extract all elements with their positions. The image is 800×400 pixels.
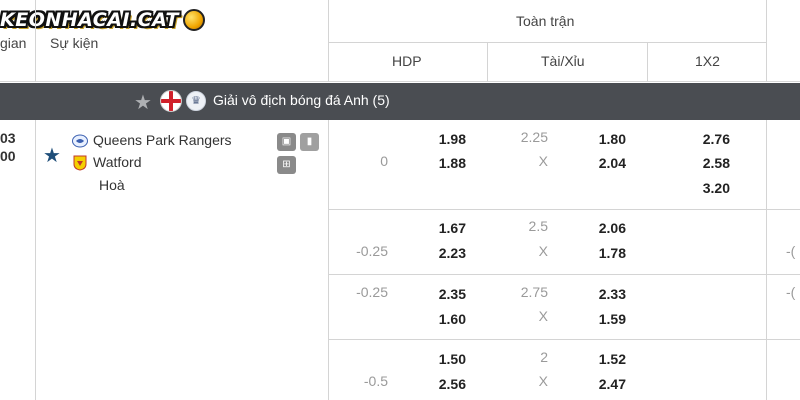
away-team-name[interactable]: Watford xyxy=(93,154,142,170)
ou-line: 2.75 xyxy=(520,284,548,300)
favorite-match-star-icon[interactable]: ★ xyxy=(43,143,61,168)
match-time-hour: 03 xyxy=(0,130,16,146)
row-divider xyxy=(328,274,800,275)
match-time-minute: 00 xyxy=(0,148,16,164)
brand-logo[interactable]: KEONHACAI.CAT xyxy=(0,6,206,34)
divider xyxy=(766,0,767,82)
ou-line: 2 xyxy=(540,349,548,365)
full-match-header: Toàn trận xyxy=(516,13,575,29)
under-odd[interactable]: 1.59 xyxy=(580,311,626,327)
hdp-line: -0.25 xyxy=(356,284,388,300)
draw-label: Hoà xyxy=(99,177,125,193)
hdp-home-odd[interactable]: 1.50 xyxy=(420,351,466,367)
time-column-header: gian xyxy=(0,35,27,51)
over-odd[interactable]: 1.52 xyxy=(580,351,626,367)
ou-line: 2.5 xyxy=(528,218,548,234)
next-column-edge: -( xyxy=(786,284,796,300)
hdp-away-odd[interactable]: 2.56 xyxy=(420,376,466,392)
under-odd[interactable]: 2.04 xyxy=(580,155,626,171)
hdp-home-odd[interactable]: 2.35 xyxy=(420,286,466,302)
watford-crest-icon xyxy=(73,155,87,171)
1x2-draw-odd[interactable]: 3.20 xyxy=(684,180,730,196)
hdp-home-odd[interactable]: 1.67 xyxy=(420,220,466,236)
divider xyxy=(487,42,488,82)
football-icon xyxy=(183,9,206,31)
event-column-header: Sự kiện xyxy=(50,35,99,51)
over-odd[interactable]: 2.33 xyxy=(580,286,626,302)
home-team-name[interactable]: Queens Park Rangers xyxy=(93,132,232,148)
stats-icon[interactable]: ▮ xyxy=(300,133,319,151)
league-logo-icon: ♛ xyxy=(186,91,206,111)
divider xyxy=(647,42,648,82)
hdp-away-odd[interactable]: 2.23 xyxy=(420,245,466,261)
row-divider xyxy=(328,339,800,340)
ou-x-label: X xyxy=(538,373,548,389)
divider xyxy=(328,42,766,43)
over-odd[interactable]: 2.06 xyxy=(580,220,626,236)
1x2-away-odd[interactable]: 2.58 xyxy=(684,155,730,171)
england-flag-icon xyxy=(160,90,182,112)
hdp-away-odd[interactable]: 1.88 xyxy=(420,155,466,171)
divider xyxy=(35,0,36,82)
live-tv-icon[interactable]: ▣ xyxy=(277,133,296,151)
1x2-column-header[interactable]: 1X2 xyxy=(695,53,720,69)
hdp-home-odd[interactable]: 1.98 xyxy=(420,131,466,147)
league-name[interactable]: Giải vô địch bóng đá Anh (5) xyxy=(213,92,390,108)
league-bar[interactable]: ★ xyxy=(0,83,800,120)
divider xyxy=(35,120,36,400)
divider xyxy=(766,120,767,400)
under-odd[interactable]: 1.78 xyxy=(580,245,626,261)
favorite-league-star-icon[interactable]: ★ xyxy=(134,90,152,115)
divider xyxy=(328,0,329,82)
hdp-line: 0 xyxy=(380,153,388,169)
lineup-icon[interactable]: ⊞ xyxy=(277,156,296,174)
row-divider xyxy=(328,209,800,210)
over-under-column-header[interactable]: Tài/Xỉu xyxy=(541,53,585,69)
next-column-edge: -( xyxy=(786,243,796,259)
under-odd[interactable]: 2.47 xyxy=(580,376,626,392)
hdp-column-header[interactable]: HDP xyxy=(392,53,422,69)
hdp-away-odd[interactable]: 1.60 xyxy=(420,311,466,327)
ou-line: 2.25 xyxy=(520,129,548,145)
over-odd[interactable]: 1.80 xyxy=(580,131,626,147)
hdp-line: -0.5 xyxy=(363,373,388,389)
ou-x-label: X xyxy=(538,153,548,169)
qpr-crest-icon xyxy=(72,134,88,148)
ou-x-label: X xyxy=(538,243,548,259)
logo-text: KEONHACAI.CAT xyxy=(0,9,180,31)
1x2-home-odd[interactable]: 2.76 xyxy=(684,131,730,147)
divider xyxy=(328,120,329,400)
ou-x-label: X xyxy=(538,308,548,324)
hdp-line: -0.25 xyxy=(356,243,388,259)
